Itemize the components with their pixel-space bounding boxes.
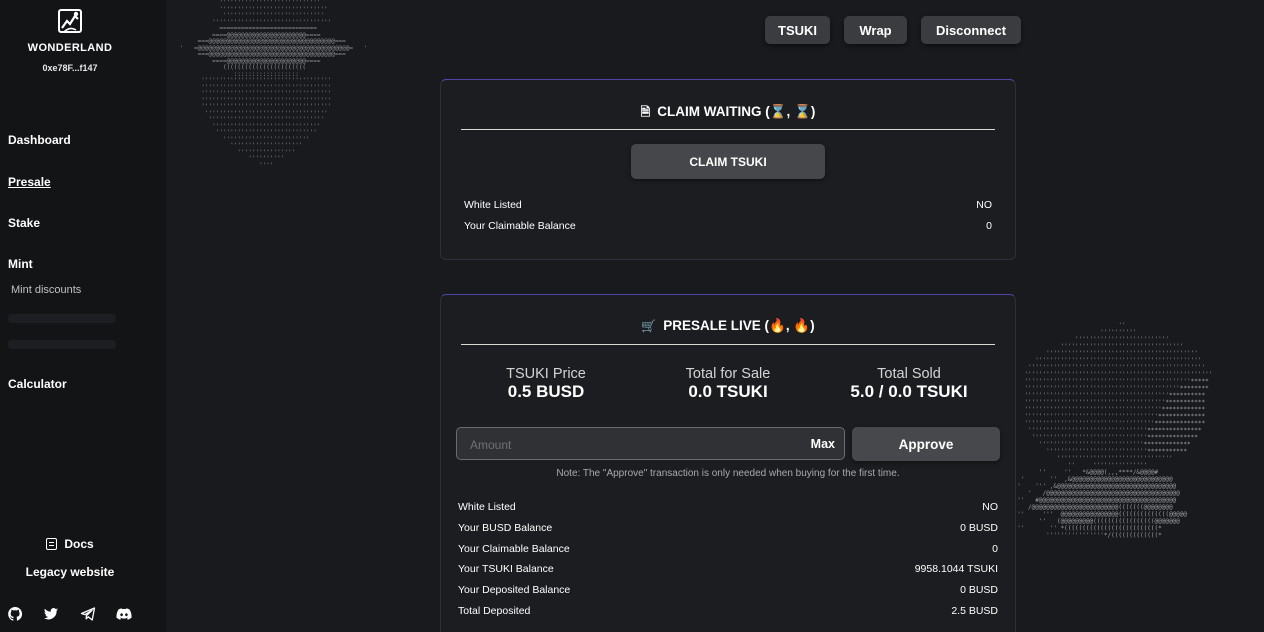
twitter-icon[interactable] [43, 606, 59, 622]
stat-value: 0.5 BUSD [507, 382, 585, 401]
presale-row-label: Your Claimable Balance [458, 543, 570, 555]
presale-title: 🛒 PRESALE LIVE (🔥, 🔥) [441, 318, 1015, 334]
docs-label: Docs [64, 537, 94, 551]
presale-row-value: 0 BUSD [960, 584, 998, 596]
presale-row-value: 0 [992, 543, 998, 555]
wrap-button[interactable]: Wrap [844, 16, 907, 44]
presale-row-label: Your Deposited Balance [458, 584, 571, 596]
approve-note: Note: The "Approve" transaction is only … [556, 468, 900, 479]
presale-row-value: 0 BUSD [960, 522, 998, 534]
presale-row-value: NO [982, 501, 998, 513]
claim-row-value: NO [976, 199, 992, 211]
brand: WONDERLAND 0xe78F...f147 [0, 8, 140, 73]
tsuki-token-button[interactable]: TSUKI [765, 16, 830, 44]
github-icon[interactable] [7, 606, 23, 622]
claim-card: 🗎 CLAIM WAITING (⌛, ⌛) CLAIM TSUKI White … [440, 79, 1016, 260]
presale-row-label: Total Deposited [458, 605, 531, 617]
presale-row-value: 2.5 BUSD [951, 605, 998, 617]
divider [461, 129, 995, 130]
presale-title-text: PRESALE LIVE (🔥, 🔥) [663, 318, 815, 333]
stat-value: 0.0 TSUKI [688, 382, 768, 401]
claim-row-label: Your Claimable Balance [464, 220, 576, 232]
claim-row-label: White Listed [464, 199, 522, 211]
max-button[interactable]: Max [811, 437, 835, 451]
approve-button[interactable]: Approve [852, 427, 1000, 461]
placeholder-line [8, 314, 116, 323]
presale-card: 🛒 PRESALE LIVE (🔥, 🔥) TSUKI Price 0.5 BUS… [440, 294, 1016, 632]
stat-value: 5.0 / 0.0 TSUKI [850, 382, 968, 401]
claim-tsuki-button[interactable]: CLAIM TSUKI [631, 144, 825, 179]
claim-title: 🗎 CLAIM WAITING (⌛, ⌛) [441, 103, 1015, 124]
stat-total-sold: Total Sold 5.0 / 0.0 TSUKI [824, 366, 994, 402]
nav-stake[interactable]: Stake [8, 216, 40, 230]
divider [461, 344, 995, 345]
ascii-art-top: '''''''''''''''''''''''''''' '''''''''''… [179, 0, 368, 169]
stat-price: TSUKI Price 0.5 BUSD [461, 366, 631, 402]
disconnect-button[interactable]: Disconnect [921, 16, 1021, 44]
docs-link[interactable]: Docs [0, 537, 140, 551]
amount-input[interactable]: Amount Max [456, 427, 845, 460]
legacy-website-link[interactable]: Legacy website [0, 565, 140, 579]
wonderland-logo-icon [58, 9, 82, 33]
stat-label: Total for Sale [685, 366, 771, 382]
telegram-icon[interactable] [80, 606, 96, 622]
cart-icon: 🛒 [641, 319, 657, 333]
presale-row-value: 9958.1044 TSUKI [914, 563, 998, 575]
amount-placeholder: Amount [470, 438, 512, 452]
stat-total-for-sale: Total for Sale 0.0 TSUKI [643, 366, 813, 402]
stat-label: TSUKI Price [506, 366, 586, 382]
claim-row-value: 0 [986, 220, 992, 232]
brand-name: WONDERLAND [27, 42, 113, 54]
presale-row-label: White Listed [458, 501, 516, 513]
placeholder-line [8, 340, 116, 349]
discord-icon[interactable] [116, 606, 132, 622]
nav-mint-discounts[interactable]: Mint discounts [11, 284, 81, 296]
wallet-address: 0xe78F...f147 [42, 63, 98, 73]
nav-presale[interactable]: Presale [8, 175, 51, 189]
ascii-art-bottom: '' '''''''''' ''''''''''''''''''''''''''… [1013, 322, 1213, 539]
stat-label: Total Sold [877, 366, 941, 382]
claim-title-text: CLAIM WAITING (⌛, ⌛) [657, 104, 816, 119]
sidebar: WONDERLAND 0xe78F...f147 Dashboard Presa… [0, 0, 166, 632]
presale-row-label: Your TSUKI Balance [458, 563, 554, 575]
nav-mint[interactable]: Mint [8, 257, 33, 271]
nav-dashboard[interactable]: Dashboard [8, 133, 71, 147]
document-icon: 🗎 [640, 105, 651, 119]
presale-row-label: Your BUSD Balance [458, 522, 553, 534]
docs-icon [46, 538, 58, 550]
nav-calculator[interactable]: Calculator [8, 377, 67, 391]
